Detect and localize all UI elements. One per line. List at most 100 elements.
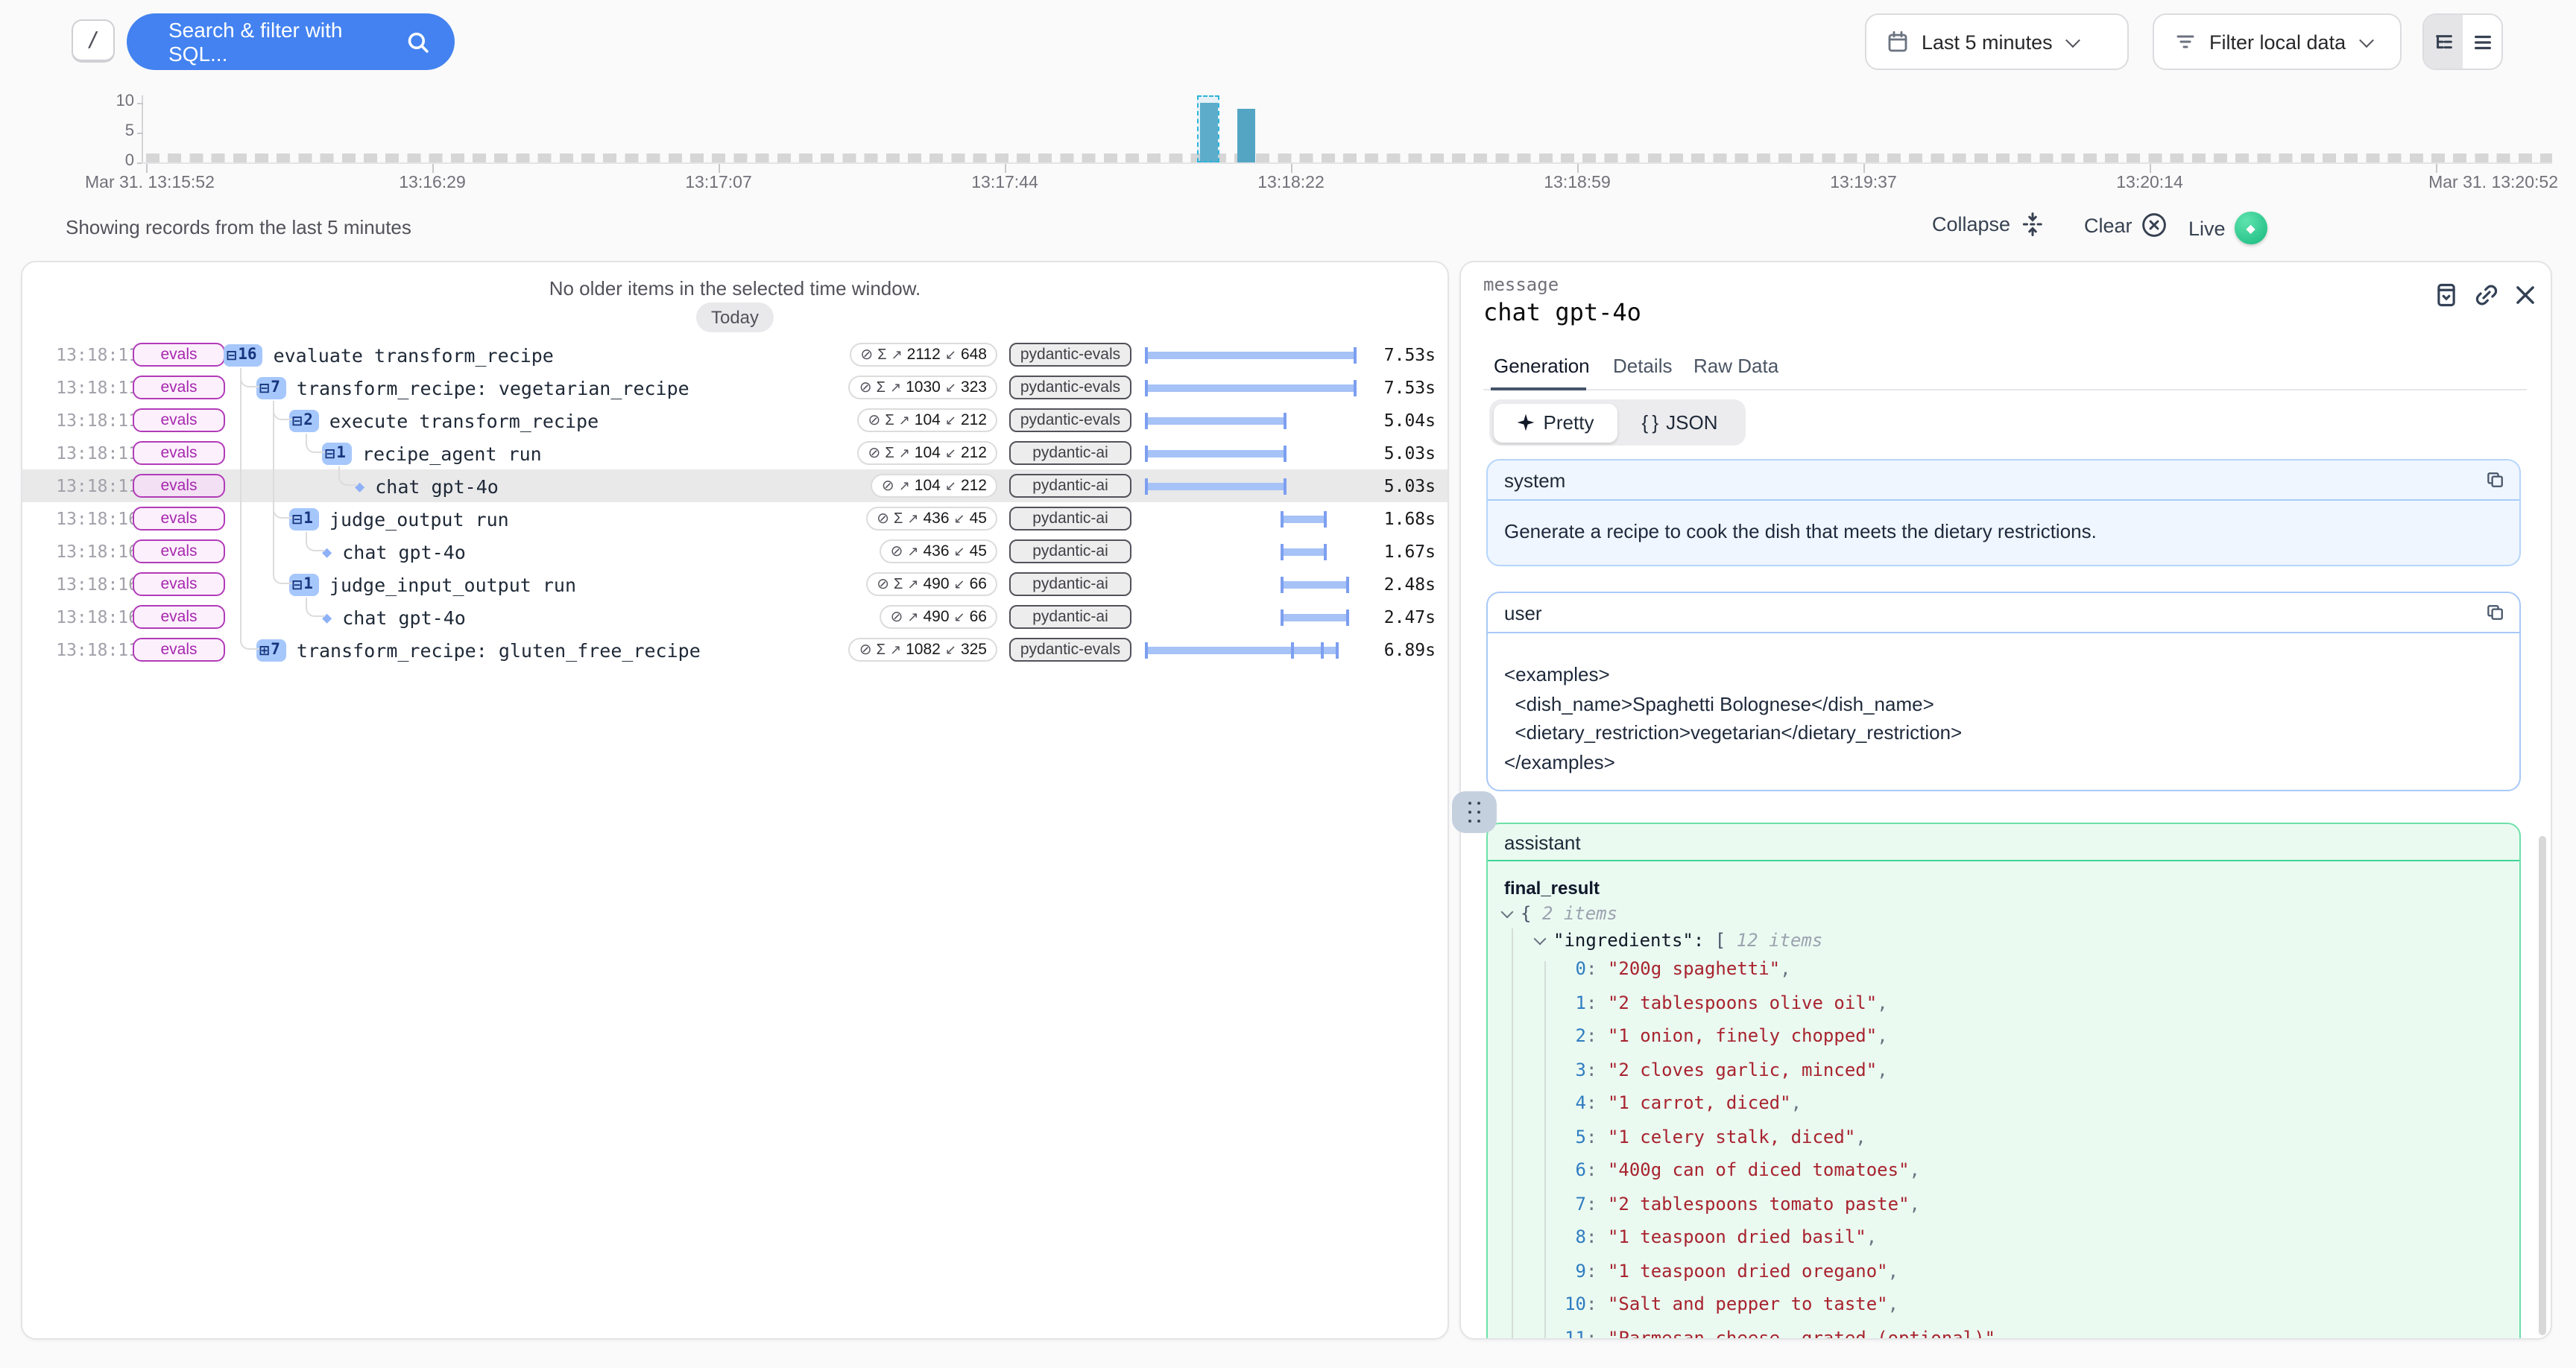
- input-tokens: 1082: [906, 641, 941, 659]
- trace-row[interactable]: 13:18:11 evals ⊟2 execute transform_reci…: [22, 404, 1448, 437]
- trace-row[interactable]: 13:18:11 evals ⊟16 evaluate transform_re…: [22, 338, 1448, 371]
- json-array-item: 9: "1 teaspoon dried oregano",: [1553, 1260, 1898, 1281]
- duration-label: 5.03s: [1346, 475, 1436, 496]
- toggle-box-icon: ⊟: [325, 443, 335, 463]
- evals-badge[interactable]: evals: [133, 376, 225, 399]
- duration-bar: [1280, 613, 1349, 621]
- filter-local-data-button[interactable]: Filter local data: [2153, 13, 2402, 70]
- copy-link-icon[interactable]: [2473, 282, 2500, 308]
- scope-tag: pydantic-ai: [1009, 507, 1131, 531]
- trace-row[interactable]: 13:18:11 evals ⊞7 transform_recipe: glut…: [22, 633, 1448, 666]
- tree-view-button[interactable]: [2424, 15, 2463, 69]
- json-array-item: 11: "Parmesan cheese, grated (optional)": [1553, 1327, 1995, 1340]
- node-toggle-chip[interactable]: ⊟7: [256, 376, 286, 399]
- span-detail-panel: message chat gpt-4o GenerationDetailsRaw…: [1459, 261, 2552, 1340]
- sigma-icon: Σ: [894, 576, 903, 592]
- evals-badge[interactable]: evals: [133, 539, 225, 563]
- scope-tag: pydantic-evals: [1009, 376, 1131, 399]
- trace-row[interactable]: 13:18:11 evals ◆ chat gpt-4o ⊘ ↗104 ↙212…: [22, 469, 1448, 502]
- node-toggle-chip[interactable]: ⊟1: [289, 573, 319, 595]
- input-tokens-arrow-icon: ↗: [907, 543, 918, 560]
- node-toggle-chip[interactable]: ⊟2: [289, 409, 319, 431]
- trace-row[interactable]: 13:18:11 evals ⊟7 transform_recipe: vege…: [22, 371, 1448, 404]
- tree-connector: [240, 633, 259, 650]
- tab-raw-data[interactable]: Raw Data: [1693, 355, 1778, 377]
- json-array-item: 10: "Salt and pepper to taste",: [1553, 1293, 1898, 1314]
- duration-label: 5.04s: [1346, 410, 1436, 431]
- trace-row[interactable]: 13:18:16 evals ◆ chat gpt-4o ⊘ ↗490 ↙66 …: [22, 601, 1448, 633]
- child-count: 16: [238, 346, 256, 364]
- copy-icon[interactable]: [2485, 469, 2506, 490]
- bar-cap: [1324, 510, 1327, 527]
- input-tokens: 104: [915, 477, 941, 495]
- json-mode-button[interactable]: { } JSON: [1617, 403, 1742, 442]
- tokens-icon: ⊘: [868, 445, 881, 461]
- clear-button[interactable]: Clear: [2084, 212, 2168, 238]
- live-indicator-icon: ◆: [2235, 212, 2267, 244]
- bar-cap: [1280, 609, 1283, 625]
- collapse-button[interactable]: Collapse: [1932, 212, 2045, 237]
- evals-badge[interactable]: evals: [133, 572, 225, 596]
- duration-label: 5.03s: [1346, 443, 1436, 463]
- sigma-icon: Σ: [877, 642, 886, 658]
- input-tokens: 490: [923, 608, 949, 626]
- json-array-item: 5: "1 celery stalk, diced",: [1553, 1126, 1866, 1147]
- copy-icon[interactable]: [2485, 602, 2506, 623]
- tokens-icon: ⊘: [877, 576, 889, 592]
- span-label: chat gpt-4o: [342, 606, 466, 628]
- node-toggle-chip[interactable]: ⊟16: [224, 343, 263, 366]
- row-timestamp: 13:18:16: [46, 508, 139, 529]
- input-tokens-arrow-icon: ↗: [891, 346, 903, 363]
- evals-badge[interactable]: evals: [133, 343, 225, 367]
- panel-resize-handle[interactable]: [1452, 791, 1497, 833]
- child-count: 1: [303, 575, 313, 593]
- toggle-box-icon: ⊟: [227, 345, 236, 364]
- bar-cap: [1321, 642, 1324, 658]
- row-timestamp: 13:18:16: [46, 607, 139, 627]
- output-tokens: 66: [970, 575, 987, 593]
- node-toggle-chip[interactable]: ⊟1: [289, 507, 319, 530]
- bar-cap: [1324, 543, 1327, 560]
- search-button[interactable]: Search & filter with SQL...: [127, 13, 455, 70]
- trace-row[interactable]: 13:18:16 evals ⊟1 judge_output run ⊘ Σ ↗…: [22, 502, 1448, 535]
- scope-tag: pydantic-evals: [1009, 343, 1131, 367]
- trace-row[interactable]: 13:18:11 evals ⊟1 recipe_agent run ⊘ Σ ↗…: [22, 437, 1448, 469]
- node-toggle-chip[interactable]: ⊟1: [322, 442, 352, 464]
- input-tokens: 490: [923, 575, 949, 593]
- list-view-icon: [2471, 31, 2493, 53]
- pretty-label: Pretty: [1544, 411, 1594, 434]
- json-array-item: 0: "200g spaghetti",: [1553, 958, 1791, 979]
- pin-panel-icon[interactable]: [2433, 282, 2460, 308]
- live-toggle[interactable]: Live ◆: [2188, 212, 2267, 244]
- output-tokens-arrow-icon: ↙: [945, 445, 956, 461]
- trace-row[interactable]: 13:18:16 evals ◆ chat gpt-4o ⊘ ↗436 ↙45 …: [22, 535, 1448, 568]
- span-label: transform_recipe: gluten_free_recipe: [297, 639, 701, 661]
- trace-row[interactable]: 13:18:16 evals ⊟1 judge_input_output run…: [22, 568, 1448, 601]
- evals-badge[interactable]: evals: [133, 507, 225, 531]
- row-timestamp: 13:18:11: [46, 410, 139, 431]
- evals-badge[interactable]: evals: [133, 474, 225, 498]
- timeline-histogram[interactable]: 1050Mar 31. 13:15:5213:16:2913:17:0713:1…: [0, 83, 2576, 203]
- slash-shortcut-key[interactable]: /: [72, 19, 115, 63]
- list-view-button[interactable]: [2463, 15, 2501, 69]
- tokens-icon: ⊘: [859, 642, 872, 658]
- y-axis-line: [142, 95, 143, 164]
- histogram-bar[interactable]: [1237, 109, 1255, 162]
- span-label: chat gpt-4o: [342, 540, 466, 563]
- close-icon[interactable]: [2512, 282, 2539, 308]
- pretty-mode-button[interactable]: Pretty: [1493, 403, 1617, 442]
- node-toggle-chip[interactable]: ⊞7: [256, 639, 286, 661]
- time-range-button[interactable]: Last 5 minutes: [1865, 13, 2129, 70]
- evals-badge[interactable]: evals: [133, 638, 225, 662]
- render-mode-toggle: Pretty { } JSON: [1489, 399, 1746, 446]
- tab-details[interactable]: Details: [1613, 355, 1673, 377]
- tab-generation[interactable]: Generation: [1494, 355, 1590, 377]
- evals-badge[interactable]: evals: [133, 605, 225, 629]
- json-label: JSON: [1666, 411, 1717, 434]
- detail-scrollbar-thumb[interactable]: [2539, 836, 2546, 1335]
- evals-badge[interactable]: evals: [133, 441, 225, 465]
- x-tick-mark: [146, 164, 148, 173]
- evals-badge[interactable]: evals: [133, 408, 225, 432]
- bar-cap: [1280, 510, 1283, 527]
- trace-list-panel: No older items in the selected time wind…: [21, 261, 1449, 1340]
